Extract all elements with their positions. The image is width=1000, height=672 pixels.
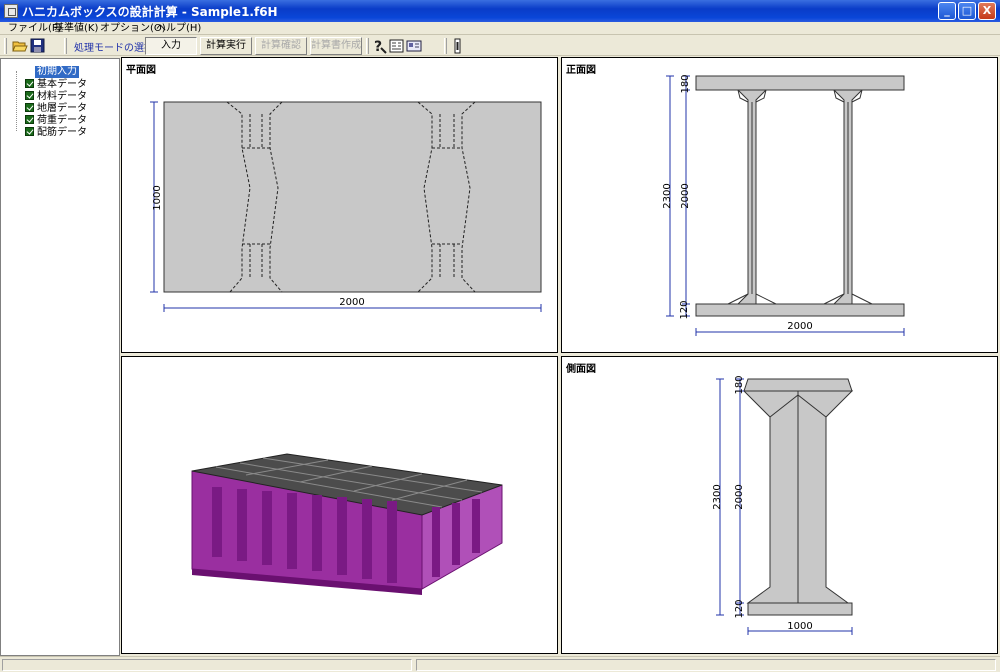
- mode-input-button[interactable]: 入力: [145, 37, 197, 55]
- tree-item-label: 地層データ: [37, 103, 87, 114]
- side-view-drawing: 2300 180 2000 120 1000: [712, 375, 854, 635]
- save-icon[interactable]: [30, 38, 46, 54]
- status-segment: [416, 659, 996, 671]
- app-icon: [4, 4, 18, 18]
- tree-item-label: 材料データ: [37, 91, 87, 102]
- toolbar: 処理モードの選択 入力 計算実行 計算確認 計算書作成 ?: [0, 36, 1000, 56]
- book-icon[interactable]: [389, 38, 405, 54]
- tree-item-label: 荷重データ: [37, 115, 87, 126]
- mode-report-button[interactable]: 計算書作成: [310, 37, 362, 55]
- front-total-height-dimension: 2300: [662, 183, 673, 208]
- front-wall-height-dimension: 2000: [680, 183, 691, 208]
- front-section: [695, 75, 905, 317]
- close-button[interactable]: X: [978, 2, 996, 20]
- checked-icon: [25, 91, 34, 100]
- front-view-panel[interactable]: 正面図 2300 180 2000 120 2000: [561, 57, 998, 353]
- toolbar-separator: [444, 38, 447, 54]
- checked-icon: [25, 103, 34, 112]
- checked-icon: [25, 115, 34, 124]
- toolbar-separator: [366, 38, 369, 54]
- menu-bar: ファイル(F) 基準値(K) オプション(O) ヘルプ(H): [0, 22, 1000, 35]
- front-width-dimension: 2000: [787, 321, 812, 332]
- info-icon[interactable]: [450, 38, 466, 54]
- perspective-view-panel[interactable]: [121, 356, 558, 654]
- menu-help[interactable]: ヘルプ(H): [156, 22, 201, 35]
- card-icon[interactable]: [406, 38, 422, 54]
- help-icon[interactable]: ?: [372, 38, 388, 55]
- side-total-height-dimension: 2300: [712, 484, 723, 509]
- open-folder-icon[interactable]: [12, 38, 28, 54]
- maximize-button[interactable]: □: [958, 2, 976, 20]
- title-bar[interactable]: ハニカムボックスの設計計算 - Sample1.f6H _ □ X: [0, 0, 1000, 22]
- front-bottom-slab-dimension: 120: [679, 300, 690, 319]
- checked-icon: [25, 127, 34, 136]
- tree-connector: [16, 71, 17, 131]
- plan-width-dimension: 2000: [339, 297, 364, 308]
- front-view-drawing: 2300 180 2000 120 2000: [662, 74, 905, 336]
- toolbar-separator: [64, 38, 67, 54]
- tree-item-rebar-data[interactable]: 配筋データ: [25, 127, 87, 139]
- window-title: ハニカムボックスの設計計算 - Sample1.f6H: [22, 5, 278, 19]
- tree-root-initial-input[interactable]: 初期入力: [35, 66, 79, 78]
- side-view-panel[interactable]: 側面図 2300 180 2000 120 1000: [561, 356, 998, 654]
- tree-item-stratum-data[interactable]: 地層データ: [25, 103, 87, 115]
- plan-height-dimension: 1000: [152, 185, 163, 210]
- plan-view-panel[interactable]: 平面図 1000 2000: [121, 57, 558, 353]
- status-bar: [0, 656, 1000, 672]
- side-wall-height-dimension: 2000: [734, 484, 745, 509]
- application-window: ハニカムボックスの設計計算 - Sample1.f6H _ □ X ファイル(F…: [0, 0, 1000, 672]
- minimize-button[interactable]: _: [938, 2, 956, 20]
- plan-slab: [163, 101, 542, 293]
- front-top-slab-dimension: 180: [680, 74, 691, 93]
- tree-item-material-data[interactable]: 材料データ: [25, 91, 87, 103]
- mode-select-label: 処理モードの選択: [74, 43, 154, 54]
- svg-text:?: ?: [374, 39, 382, 54]
- front-dimension-lines: [666, 75, 905, 336]
- toolbar-grip[interactable]: [4, 38, 7, 54]
- tree-item-label: 基本データ: [37, 79, 87, 90]
- plan-view-drawing: 1000 2000: [150, 101, 542, 312]
- tree-item-label: 配筋データ: [37, 127, 87, 138]
- input-tree-panel: 初期入力 基本データ 材料データ 地層データ 荷重データ 配筋データ: [0, 58, 120, 656]
- side-width-dimension: 1000: [787, 621, 812, 632]
- side-bottom-slab-dimension: 120: [734, 599, 745, 618]
- 3d-model-drawing: [191, 453, 503, 595]
- mode-calculate-button[interactable]: 計算実行: [200, 37, 252, 55]
- tree-item-load-data[interactable]: 荷重データ: [25, 115, 87, 127]
- tree-item-basic-data[interactable]: 基本データ: [25, 79, 87, 91]
- mode-check-button[interactable]: 計算確認: [255, 37, 307, 55]
- side-top-slab-dimension: 180: [734, 375, 745, 394]
- status-segment: [2, 659, 412, 671]
- menu-standard-values[interactable]: 基準値(K): [54, 22, 98, 35]
- checked-icon: [25, 79, 34, 88]
